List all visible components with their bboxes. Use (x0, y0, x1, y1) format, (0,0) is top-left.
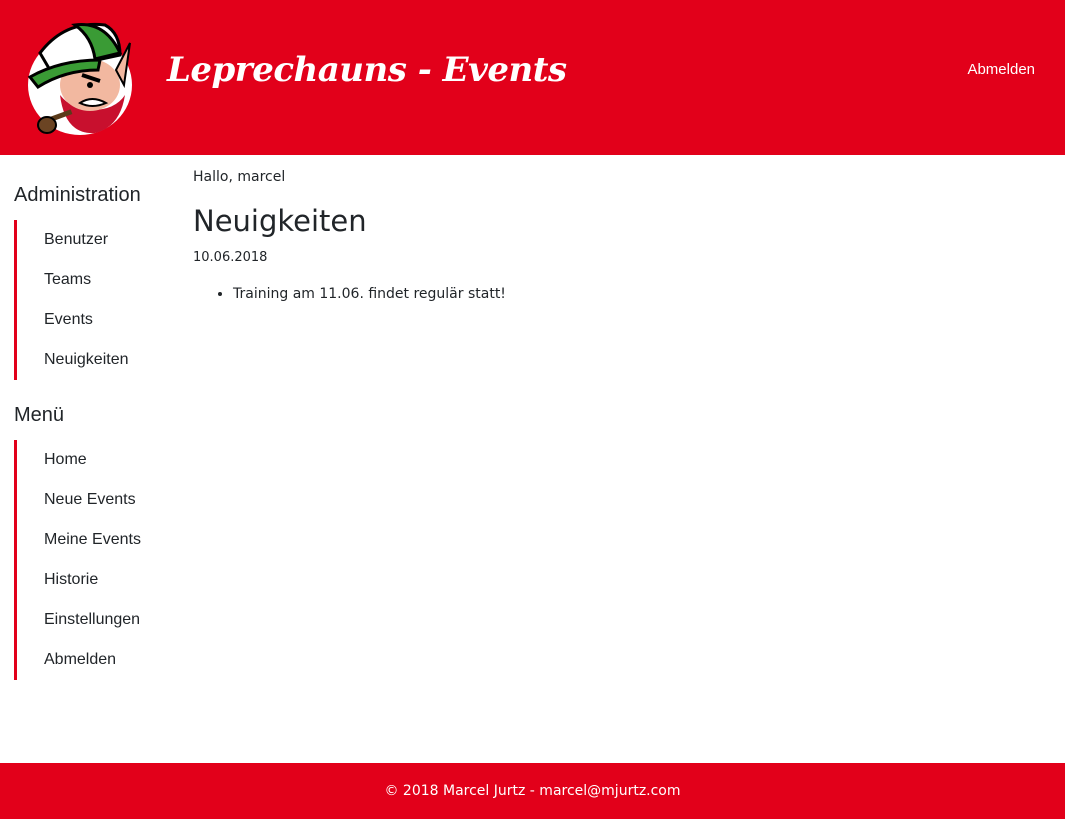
news-date: 10.06.2018 (193, 250, 268, 265)
sidebar-item-home[interactable]: Home (17, 440, 164, 480)
greeting-text: Hallo, marcel (193, 169, 286, 185)
sidebar-item-einstellungen[interactable]: Einstellungen (17, 600, 164, 640)
admin-menu: Benutzer Teams Events Neuigkeiten (14, 220, 164, 380)
site-header: Leprechauns - Events Abmelden (0, 0, 1065, 155)
leprechaun-logo[interactable] (20, 15, 135, 140)
main-menu: Home Neue Events Meine Events Historie E… (14, 440, 164, 680)
news-entry: 10.06.2018 Training am 11.06. findet reg… (193, 250, 1033, 305)
news-item: Training am 11.06. findet regulär statt! (233, 283, 1033, 305)
sidebar-item-historie[interactable]: Historie (17, 560, 164, 600)
sidebar-item-events[interactable]: Events (17, 300, 164, 340)
sidebar-item-abmelden[interactable]: Abmelden (17, 640, 164, 680)
header-logout-link[interactable]: Abmelden (967, 61, 1035, 78)
sidebar: Administration Benutzer Teams Events Neu… (14, 180, 164, 700)
news-list: Training am 11.06. findet regulär statt! (193, 283, 1033, 305)
sidebar-item-neue-events[interactable]: Neue Events (17, 480, 164, 520)
menu-heading: Menü (14, 404, 65, 426)
footer-text: © 2018 Marcel Jurtz - marcel@mjurtz.com (384, 783, 681, 799)
site-title: Leprechauns - Events (167, 50, 567, 90)
admin-heading: Administration (14, 184, 141, 206)
page-title: Neuigkeiten (193, 204, 367, 238)
sidebar-item-neuigkeiten[interactable]: Neuigkeiten (17, 340, 164, 380)
sidebar-item-benutzer[interactable]: Benutzer (17, 220, 164, 260)
sidebar-item-meine-events[interactable]: Meine Events (17, 520, 164, 560)
main-content: Hallo, marcel Neuigkeiten 10.06.2018 Tra… (193, 166, 1033, 305)
site-footer: © 2018 Marcel Jurtz - marcel@mjurtz.com (0, 763, 1065, 819)
sidebar-item-teams[interactable]: Teams (17, 260, 164, 300)
